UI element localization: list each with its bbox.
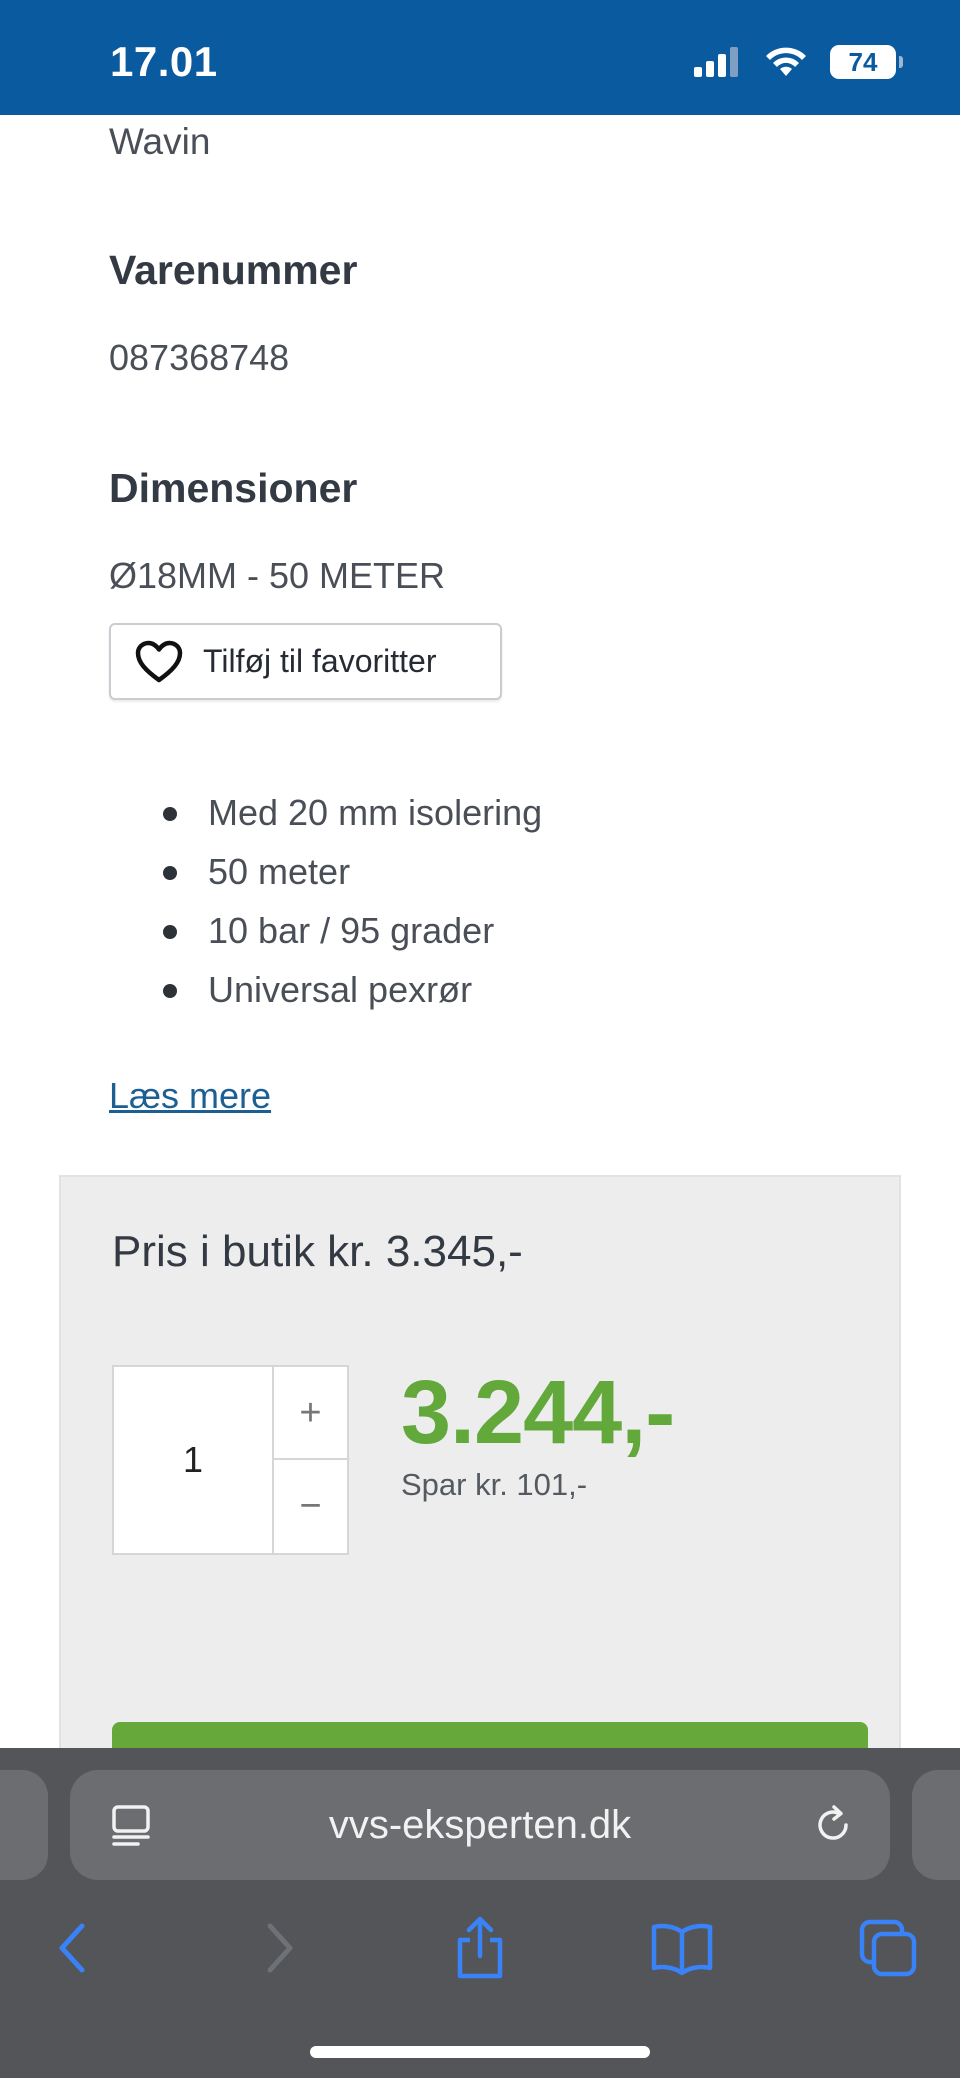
home-indicator — [310, 2046, 650, 2058]
dimensions-title: Dimensioner — [109, 465, 358, 511]
previous-tab-peek[interactable] — [0, 1770, 48, 1880]
item-number-value: 087368748 — [109, 337, 290, 378]
online-price: 3.244,- — [401, 1363, 675, 1463]
battery-icon: 74 — [830, 45, 903, 79]
next-tab-peek[interactable] — [912, 1770, 960, 1880]
back-icon — [59, 1923, 85, 1973]
dimensions-value: Ø18MM - 50 METER — [109, 555, 446, 596]
tabs-icon — [859, 1919, 917, 1977]
brand-name: Wavin — [109, 121, 211, 162]
add-to-favorites-label: Tilføj til favoritter — [203, 643, 437, 679]
quantity-increase-button[interactable]: + — [274, 1367, 347, 1460]
back-button[interactable] — [32, 1908, 112, 1988]
bookmarks-button[interactable] — [642, 1908, 722, 1988]
share-button[interactable] — [440, 1908, 520, 1988]
bookmarks-icon — [651, 1923, 713, 1976]
add-to-favorites-button[interactable]: Tilføj til favoritter — [109, 623, 502, 700]
cellular-signal-icon — [694, 47, 738, 77]
quantity-decrease-button[interactable]: − — [274, 1460, 347, 1553]
status-icons: 74 — [694, 44, 903, 80]
quantity-input[interactable]: 1 — [114, 1367, 274, 1553]
forward-button[interactable] — [240, 1908, 320, 1988]
wifi-icon — [766, 47, 806, 76]
list-item: Med 20 mm isolering — [160, 783, 542, 842]
quantity-stepper: 1 + − — [112, 1365, 349, 1555]
url-text: vvs-eksperten.dk — [328, 1803, 632, 1847]
address-bar[interactable]: vvs-eksperten.dk — [70, 1770, 890, 1880]
savings-text: Spar kr. 101,- — [401, 1467, 588, 1502]
reload-icon[interactable] — [810, 1802, 856, 1848]
status-bar: 17.01 74 — [0, 0, 960, 115]
list-item: Universal pexrør — [160, 960, 542, 1019]
item-number-title: Varenummer — [109, 247, 358, 293]
browser-bottom-bar: vvs-eksperten.dk — [0, 1748, 960, 2078]
read-more-link[interactable]: Læs mere — [109, 1075, 271, 1117]
feature-list: Med 20 mm isolering 50 meter 10 bar / 95… — [160, 783, 542, 1019]
list-item: 10 bar / 95 grader — [160, 901, 542, 960]
share-icon — [457, 1916, 503, 1979]
status-time: 17.01 — [110, 38, 218, 85]
forward-icon — [267, 1923, 293, 1973]
list-item: 50 meter — [160, 842, 542, 901]
heart-icon — [135, 640, 183, 682]
store-price: Pris i butik kr. 3.345,- — [112, 1227, 523, 1276]
tabs-button[interactable] — [848, 1908, 928, 1988]
browser-toolbar — [0, 1908, 960, 2008]
